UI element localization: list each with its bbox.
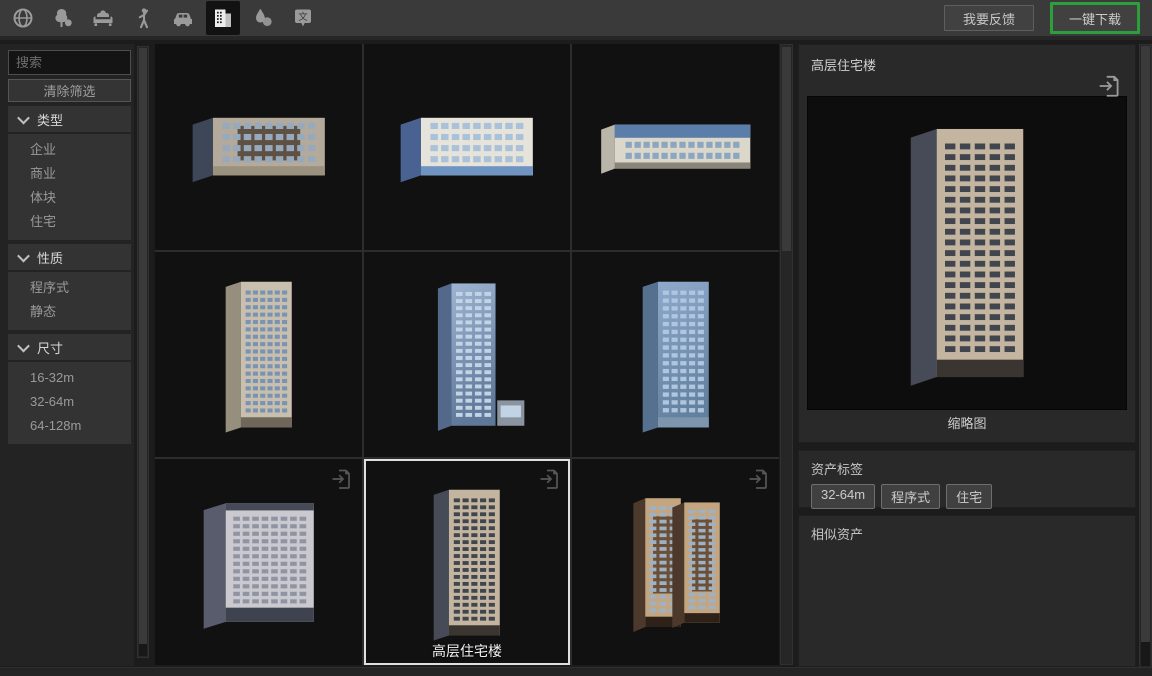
asset-label: 高层住宅楼: [364, 641, 571, 661]
svg-text:文: 文: [298, 11, 308, 23]
asset-card[interactable]: [572, 459, 779, 665]
chevron-down-icon: [17, 249, 30, 262]
import-asset-icon[interactable]: [747, 467, 771, 491]
import-asset-icon[interactable]: [538, 467, 562, 491]
asset-tag-chip[interactable]: 32-64m: [811, 484, 875, 509]
asset-tag-chip[interactable]: 住宅: [946, 484, 992, 509]
detail-preview-image: [817, 103, 1117, 403]
chevron-down-icon: [17, 339, 30, 352]
import-asset-icon[interactable]: [1097, 73, 1123, 99]
grid-scrollbar-track: [780, 44, 793, 665]
panel-scrollbar-track: [1139, 44, 1152, 668]
panel-scrollbar-end: [1141, 642, 1150, 666]
thumbnail-caption: 缩略图: [799, 410, 1135, 438]
filter-option[interactable]: 64-128m: [8, 414, 131, 438]
filter-option[interactable]: 商业: [8, 162, 131, 186]
feedback-button[interactable]: 我要反馈: [944, 5, 1034, 31]
vehicle-icon[interactable]: [166, 1, 200, 35]
asset-card[interactable]: [572, 44, 779, 250]
filter-sidebar: 清除筛选 类型企业商业体块住宅性质程序式静态尺寸 16-32m32-64m64-1…: [0, 44, 134, 666]
filter-section-header[interactable]: 性质: [8, 244, 131, 270]
filter-option[interactable]: 32-64m: [8, 390, 131, 414]
asset-grid: 高层住宅楼: [155, 44, 779, 665]
asset-thumbnail: [591, 468, 760, 657]
detail-panel: 高层住宅楼 缩略图 资产标签 32-64m程序式住宅 相似资产: [798, 44, 1136, 667]
sidebar-sections: 类型企业商业体块住宅性质程序式静态尺寸 16-32m32-64m64-128m: [8, 106, 131, 444]
asset-card[interactable]: [155, 252, 362, 458]
asset-card[interactable]: [155, 44, 362, 250]
asset-tags-section: 资产标签 32-64m程序式住宅: [798, 450, 1136, 508]
filter-section-header[interactable]: 类型: [8, 106, 131, 132]
panel-scrollbar-thumb[interactable]: [1141, 46, 1150, 642]
asset-thumbnail: [382, 468, 551, 657]
asset-thumbnail: [591, 260, 760, 449]
similar-assets-title: 相似资产: [811, 524, 1123, 543]
water-icon[interactable]: [246, 1, 280, 35]
asset-thumbnail: [174, 260, 343, 449]
filter-option[interactable]: 程序式: [8, 276, 131, 300]
sidebar-scrollbar-track: [137, 46, 149, 658]
top-toolbar: 文 我要反馈 一键下载: [0, 0, 1152, 40]
vegetation-icon[interactable]: [46, 1, 80, 35]
asset-thumbnail: [174, 52, 343, 241]
detail-preview-box: [807, 96, 1127, 410]
sidebar-scrollbar-thumb[interactable]: [139, 48, 147, 644]
asset-thumbnail: [382, 52, 551, 241]
asset-thumbnail: [174, 468, 343, 657]
search-input[interactable]: [8, 50, 131, 75]
filter-section-title: 性质: [37, 248, 63, 267]
asset-card[interactable]: [364, 252, 571, 458]
asset-card[interactable]: [572, 252, 779, 458]
asset-card-selected[interactable]: 高层住宅楼: [364, 459, 571, 665]
detail-title: 高层住宅楼: [799, 45, 1135, 74]
grid-scrollbar-thumb[interactable]: [782, 47, 791, 251]
filter-option[interactable]: 16-32m: [8, 366, 131, 390]
filter-section-title: 尺寸: [37, 338, 63, 357]
import-asset-icon[interactable]: [330, 467, 354, 491]
clear-filter-button[interactable]: 清除筛选: [8, 79, 131, 102]
asset-thumbnail: [591, 52, 760, 241]
building-icon[interactable]: [206, 1, 240, 35]
filter-section-header[interactable]: 尺寸: [8, 334, 131, 360]
download-button[interactable]: 一键下载: [1050, 2, 1140, 34]
globe-icon[interactable]: [6, 1, 40, 35]
filter-option[interactable]: 体块: [8, 186, 131, 210]
filter-option[interactable]: 企业: [8, 138, 131, 162]
filter-option[interactable]: 静态: [8, 300, 131, 324]
chevron-down-icon: [17, 111, 30, 124]
similar-assets-section: 相似资产: [798, 515, 1136, 667]
toolbar-icons: 文: [0, 1, 320, 35]
asset-tags-title: 资产标签: [811, 459, 1123, 478]
character-icon[interactable]: [126, 1, 160, 35]
asset-card[interactable]: [364, 44, 571, 250]
asset-thumbnail: [382, 260, 551, 449]
props-icon[interactable]: [86, 1, 120, 35]
sign-icon[interactable]: 文: [286, 1, 320, 35]
detail-preview-section: 高层住宅楼 缩略图: [798, 44, 1136, 443]
filter-option[interactable]: 住宅: [8, 210, 131, 234]
tag-list: 32-64m程序式住宅: [811, 484, 1123, 509]
asset-tag-chip[interactable]: 程序式: [881, 484, 940, 509]
sidebar-scrollbar-end: [139, 644, 147, 656]
filter-section-title: 类型: [37, 110, 63, 129]
asset-card[interactable]: [155, 459, 362, 665]
